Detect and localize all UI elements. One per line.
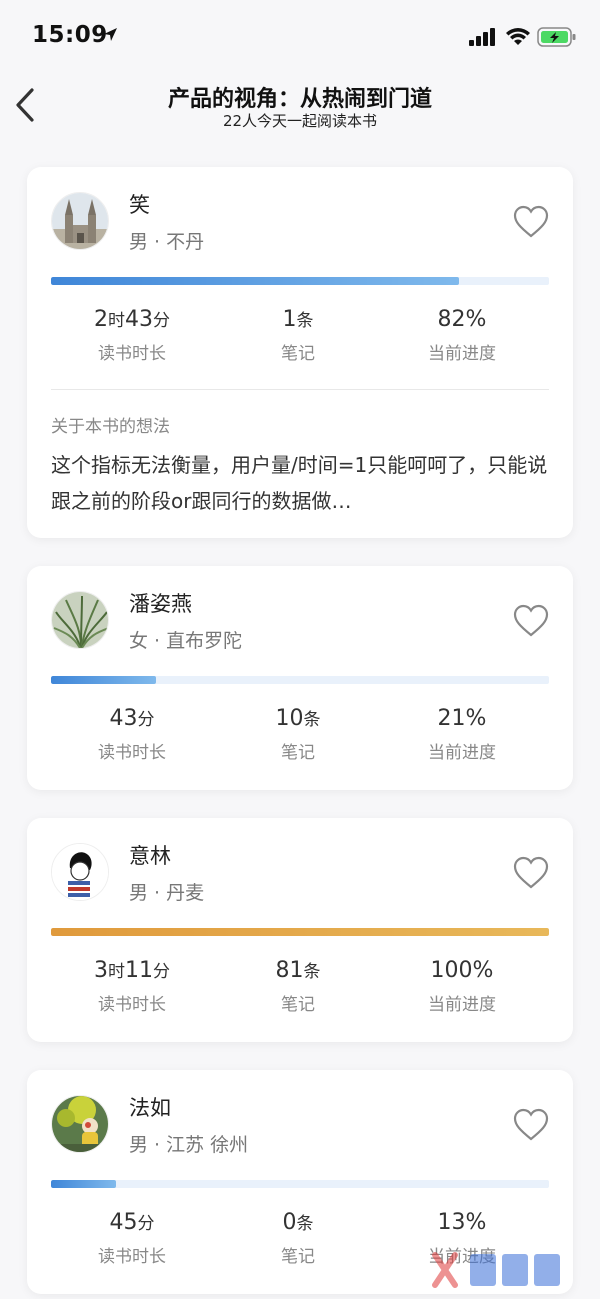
notes-stat: 0条 笔记 <box>213 1208 383 1267</box>
avatar[interactable] <box>51 843 109 901</box>
time-unit: 分 <box>137 710 155 730</box>
page-title: 产品的视角：从热闹到门道 <box>167 87 432 112</box>
user-name: 潘姿燕 <box>129 592 192 616</box>
page-subtitle: 22人今天一起阅读本书 <box>222 112 378 130</box>
notes-label: 笔记 <box>281 344 315 364</box>
progress-fill <box>51 676 156 684</box>
thoughts-label: 关于本书的想法 <box>51 417 170 437</box>
notes-stat: 81条 笔记 <box>213 956 383 1015</box>
reading-time-label: 读书时长 <box>98 344 166 364</box>
progress-value: 100% <box>430 958 494 983</box>
notes-count: 10 <box>275 706 304 731</box>
progress-fill <box>51 1180 116 1188</box>
user-name: 法如 <box>129 1096 171 1120</box>
nav-bar: 产品的视角：从热闹到门道 22人今天一起阅读本书 <box>0 72 600 142</box>
avatar[interactable] <box>51 1095 109 1153</box>
user-location: 男 · 丹麦 <box>129 882 205 904</box>
notes-label: 笔记 <box>281 743 315 763</box>
progress-label: 当前进度 <box>428 743 496 763</box>
time-value: 45 <box>109 1210 138 1235</box>
reader-card[interactable]: 潘姿燕 女 · 直布罗陀 43分 读书时长 10条 笔记 21% 当前进度 <box>27 566 573 790</box>
user-name: 笑 <box>129 193 150 217</box>
progress-stat: 82% 当前进度 <box>377 305 547 364</box>
thoughts-text[interactable]: 这个指标无法衡量，用户量/时间=1只能呵呵了，只能说跟之前的阶段or跟同行的数据… <box>51 447 551 519</box>
time-unit: 时 <box>108 962 125 982</box>
avatar[interactable] <box>51 591 109 649</box>
reading-time-stat: 3时11分 读书时长 <box>47 956 217 1015</box>
time-value: 2 <box>94 307 108 332</box>
notes-label: 笔记 <box>281 995 315 1015</box>
heart-outline-icon[interactable] <box>513 856 549 890</box>
progress-label: 当前进度 <box>428 344 496 364</box>
avatar[interactable] <box>51 192 109 250</box>
reading-time-label: 读书时长 <box>98 1247 166 1267</box>
status-time: 15:09 <box>32 22 108 48</box>
time-unit-2: 分 <box>153 962 170 982</box>
notes-stat: 1条 笔记 <box>213 305 383 364</box>
divider <box>51 389 549 390</box>
progress-bar <box>51 676 549 684</box>
user-location: 女 · 直布罗陀 <box>129 630 243 652</box>
time-unit: 分 <box>137 1214 155 1234</box>
reading-time-label: 读书时长 <box>98 995 166 1015</box>
time-value: 43 <box>109 706 138 731</box>
progress-bar <box>51 277 549 285</box>
reading-time-stat: 43分 读书时长 <box>47 704 217 763</box>
progress-value: 21% <box>437 706 487 731</box>
progress-bar <box>51 928 549 936</box>
progress-value: 82% <box>437 307 487 332</box>
heart-outline-icon[interactable] <box>513 205 549 239</box>
reader-card[interactable]: 意林 男 · 丹麦 3时11分 读书时长 81条 笔记 100% 当前进度 <box>27 818 573 1042</box>
reading-time-stat: 2时43分 读书时长 <box>47 305 217 364</box>
notes-count: 81 <box>275 958 304 983</box>
time-value: 3 <box>94 958 108 983</box>
cellular-signal-icon <box>469 28 495 46</box>
progress-stat: 100% 当前进度 <box>377 956 547 1015</box>
battery-charging-icon <box>537 27 576 47</box>
notes-stat: 10条 笔记 <box>213 704 383 763</box>
notes-unit: 条 <box>303 962 321 982</box>
watermark-logo <box>432 1252 560 1288</box>
time-unit: 时 <box>108 311 125 331</box>
user-location: 男 · 江苏 徐州 <box>129 1134 249 1156</box>
heart-outline-icon[interactable] <box>513 604 549 638</box>
wifi-icon <box>506 28 530 45</box>
user-name: 意林 <box>129 844 171 868</box>
progress-bar <box>51 1180 549 1188</box>
progress-label: 当前进度 <box>428 995 496 1015</box>
time-value-2: 11 <box>125 958 153 983</box>
heart-outline-icon[interactable] <box>513 1108 549 1142</box>
notes-unit: 条 <box>303 710 321 730</box>
notes-unit: 条 <box>296 1214 314 1234</box>
reading-time-stat: 45分 读书时长 <box>47 1208 217 1267</box>
time-value-2: 43 <box>125 307 153 332</box>
status-bar: 15:09 <box>0 0 600 72</box>
notes-label: 笔记 <box>281 1247 315 1267</box>
progress-value: 13% <box>437 1210 487 1235</box>
progress-stat: 21% 当前进度 <box>377 704 547 763</box>
location-arrow-icon <box>104 28 117 41</box>
progress-fill <box>51 277 460 285</box>
notes-unit: 条 <box>296 311 314 331</box>
user-location: 男 · 不丹 <box>129 231 205 253</box>
time-unit-2: 分 <box>153 311 170 331</box>
notes-count: 1 <box>282 307 297 332</box>
reader-card[interactable]: 笑 男 · 不丹 2时43分 读书时长 1条 笔记 82% 当前进度 关于本书的… <box>27 167 573 538</box>
notes-count: 0 <box>282 1210 297 1235</box>
reading-time-label: 读书时长 <box>98 743 166 763</box>
progress-fill <box>51 928 549 936</box>
